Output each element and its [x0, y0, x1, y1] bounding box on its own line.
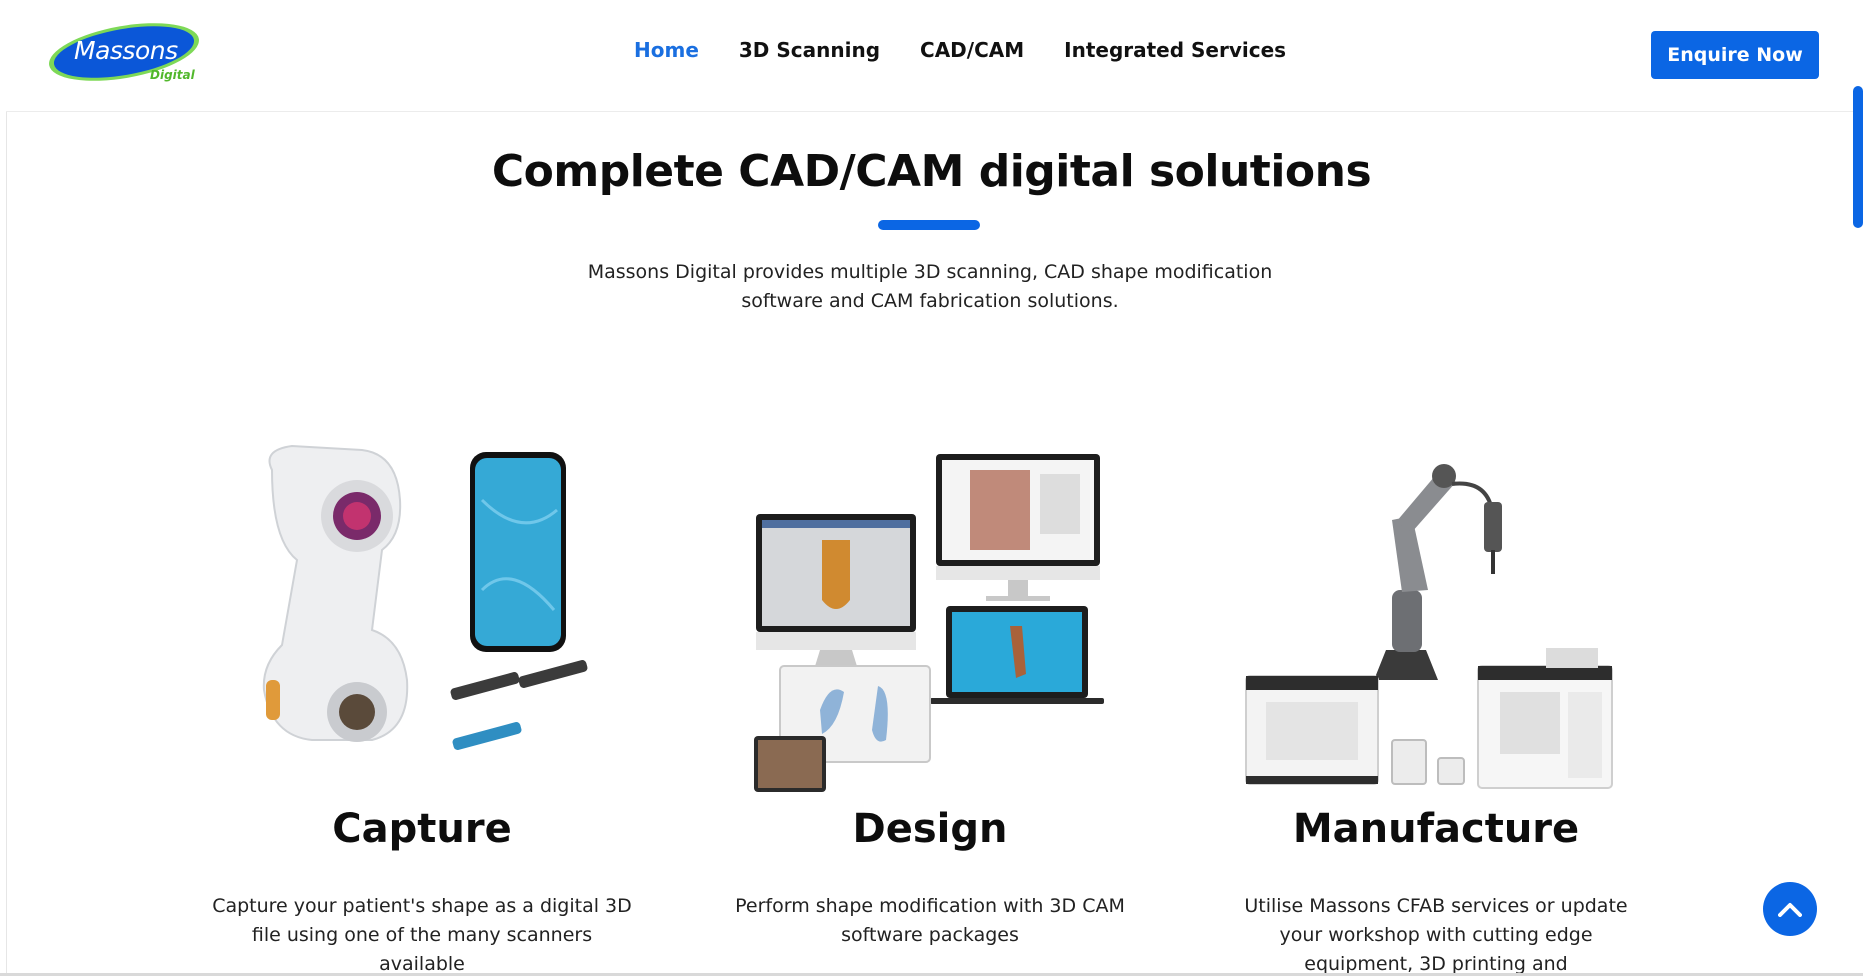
- manufacture-description: Utilise Massons CFAB services or update …: [1244, 895, 1628, 975]
- page: Massons Digital Home 3D Scanning CAD/CAM…: [0, 0, 1863, 976]
- site-header: Massons Digital Home 3D Scanning CAD/CAM…: [6, 0, 1854, 112]
- manufacture-column: Manufacture Utilise Massons CFAB service…: [1216, 440, 1656, 975]
- scroll-to-top-button[interactable]: [1763, 882, 1817, 936]
- logo[interactable]: Massons Digital: [46, 22, 206, 88]
- cad-software-image: [710, 440, 1150, 800]
- title-underline: [878, 220, 980, 230]
- page-title: Complete CAD/CAM digital solutions: [491, 146, 1372, 197]
- design-column: Design Perform shape modification with 3…: [710, 440, 1150, 946]
- nav-cad-cam[interactable]: CAD/CAM: [920, 38, 1024, 68]
- main-nav: Home 3D Scanning CAD/CAM Integrated Serv…: [634, 38, 1286, 68]
- capture-description: Capture your patient's shape as a digita…: [212, 895, 632, 975]
- nav-3d-scanning[interactable]: 3D Scanning: [739, 38, 880, 68]
- nav-home[interactable]: Home: [634, 38, 699, 68]
- capture-column: Capture Capture your patient's shape as …: [202, 440, 642, 975]
- manufacturing-equipment-image: [1216, 440, 1656, 800]
- capture-title: Capture: [332, 806, 512, 852]
- logo-name: Massons: [74, 36, 178, 65]
- enquire-now-button[interactable]: Enquire Now: [1651, 31, 1819, 79]
- computer-screens-icon: [754, 454, 1104, 792]
- handheld-scanner-icon: [262, 444, 588, 750]
- logo-sub: Digital: [150, 68, 195, 82]
- robot-arm-icon: [1245, 464, 1613, 789]
- scanner-devices-image: [202, 440, 642, 800]
- page-subtitle: Massons Digital provides multiple 3D sca…: [587, 261, 1273, 312]
- manufacture-title: Manufacture: [1292, 806, 1580, 852]
- design-title: Design: [852, 806, 1008, 852]
- design-description: Perform shape modification with 3D CAM s…: [735, 895, 1125, 946]
- scrollbar[interactable]: [1853, 86, 1863, 228]
- nav-integrated-services[interactable]: Integrated Services: [1064, 38, 1286, 68]
- chevron-up-icon: [1778, 903, 1802, 917]
